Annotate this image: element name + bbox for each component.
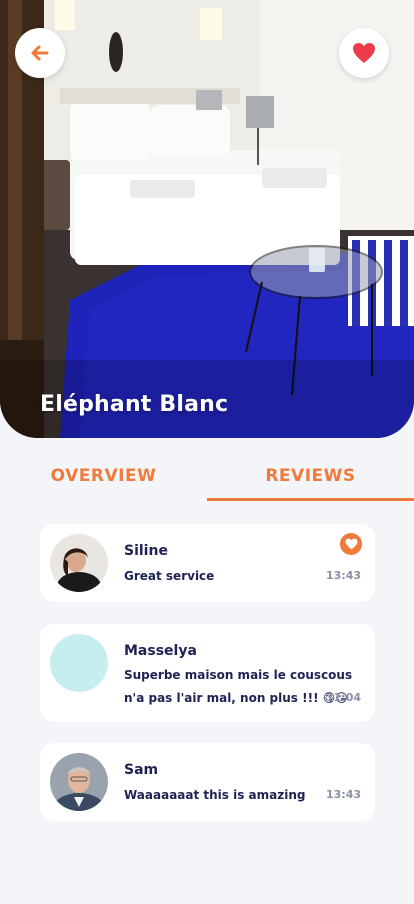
property-title: Eléphant Blanc bbox=[40, 392, 229, 417]
review-time: 13:43 bbox=[325, 569, 361, 582]
review-card[interactable]: Sam Waaaaaaat this is amazing 13:43 bbox=[40, 743, 375, 821]
reviewer-name: Sam bbox=[124, 762, 159, 778]
tab-bar: OVERVIEW REVIEWS bbox=[0, 452, 414, 502]
avatar bbox=[50, 534, 108, 592]
like-button[interactable] bbox=[340, 533, 362, 555]
arrow-left-icon bbox=[31, 45, 49, 61]
heart-icon bbox=[353, 43, 375, 63]
review-text: Waaaaaaat this is amazing bbox=[124, 788, 306, 802]
reviewer-name: Masselya bbox=[124, 643, 197, 659]
review-time: 13:43 bbox=[325, 788, 361, 801]
active-tab-indicator bbox=[207, 498, 414, 501]
review-time: 11:04 bbox=[325, 691, 361, 704]
avatar bbox=[50, 753, 108, 811]
review-card[interactable]: Siline Great service 13:43 bbox=[40, 524, 375, 602]
heart-icon bbox=[345, 538, 357, 550]
review-text-line-1: Superbe maison mais le couscous bbox=[124, 668, 353, 682]
review-card[interactable]: Masselya Superbe maison mais le couscous… bbox=[40, 624, 375, 722]
review-text: Great service bbox=[124, 569, 215, 583]
back-button[interactable] bbox=[15, 28, 65, 78]
favorite-button[interactable] bbox=[339, 28, 389, 78]
reviewer-name: Siline bbox=[124, 543, 168, 559]
avatar-placeholder bbox=[50, 634, 108, 692]
review-text-line-2: n'a pas l'air mal, non plus !!! 😋😘 bbox=[124, 691, 348, 705]
tab-reviews[interactable]: REVIEWS bbox=[207, 452, 414, 500]
tab-overview[interactable]: OVERVIEW bbox=[0, 452, 207, 500]
